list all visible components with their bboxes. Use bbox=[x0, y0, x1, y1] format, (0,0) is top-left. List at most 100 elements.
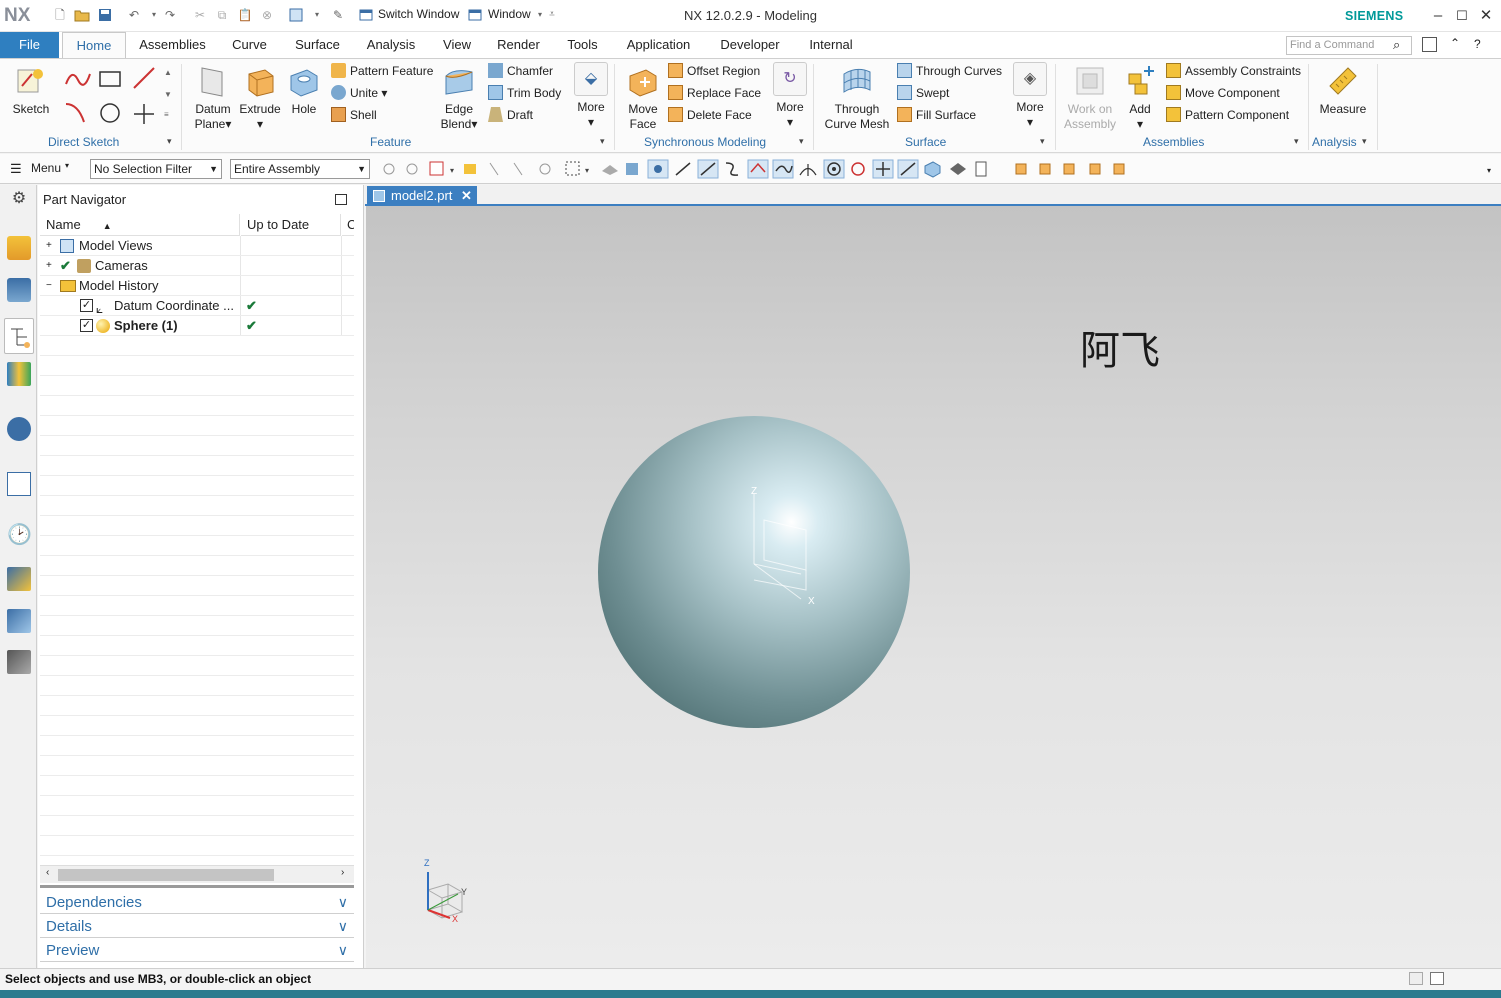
resource-bar-settings-icon[interactable]: ⚙ bbox=[7, 189, 31, 213]
collapse-icon[interactable]: − bbox=[46, 276, 52, 296]
reuse-library-icon[interactable] bbox=[7, 362, 31, 386]
draft-button[interactable]: Draft bbox=[488, 106, 533, 124]
datum-plane-button[interactable]: Datum Plane▾ bbox=[190, 64, 236, 132]
expand-icon[interactable]: + bbox=[46, 256, 52, 276]
tree-row-cameras[interactable]: + ✔ Cameras bbox=[40, 256, 354, 276]
fill-surface-button[interactable]: Fill Surface bbox=[897, 106, 976, 124]
minimize-icon[interactable]: – bbox=[1428, 6, 1448, 26]
collapse-ribbon-icon[interactable]: ⌃ bbox=[1450, 36, 1460, 50]
horizontal-scrollbar[interactable]: ‹ › bbox=[40, 865, 354, 883]
delete-face-button[interactable]: Delete Face bbox=[668, 106, 752, 124]
surface-menu-icon[interactable]: ▾ bbox=[1040, 136, 1045, 147]
sketch-scroll-up-icon[interactable]: ▲ bbox=[164, 68, 172, 77]
search-icon[interactable]: ⌕ bbox=[1393, 37, 1400, 53]
tab-assemblies[interactable]: Assemblies bbox=[132, 32, 213, 59]
tree-row-sphere[interactable]: ✓ Sphere (1) ✔ bbox=[40, 316, 354, 336]
process-studio-icon[interactable] bbox=[7, 609, 31, 633]
tab-tools[interactable]: Tools bbox=[560, 32, 605, 59]
menu-icon[interactable]: ☰ bbox=[10, 161, 22, 177]
sketch-button[interactable]: Sketch bbox=[8, 64, 54, 117]
through-curves-button[interactable]: Through Curves bbox=[897, 62, 1002, 80]
close-icon[interactable]: ✕ bbox=[1476, 6, 1496, 26]
hd3d-tools-icon[interactable] bbox=[7, 417, 31, 441]
unite-button[interactable]: Unite ▾ bbox=[331, 84, 387, 102]
assembly-navigator-icon[interactable] bbox=[7, 236, 31, 260]
roles-icon[interactable] bbox=[7, 650, 31, 674]
trim-body-button[interactable]: Trim Body bbox=[488, 84, 561, 102]
feature-more-button[interactable]: ⬙ More ▾ bbox=[572, 62, 610, 130]
constraint-navigator-icon[interactable] bbox=[7, 278, 31, 302]
tab-developer[interactable]: Developer bbox=[714, 32, 786, 59]
panel-splitter[interactable] bbox=[40, 885, 354, 888]
maximize-icon[interactable]: ☐ bbox=[1452, 6, 1472, 26]
menu-dropdown-icon[interactable]: ▾ bbox=[65, 161, 69, 170]
offset-region-button[interactable]: Offset Region bbox=[668, 62, 760, 80]
assemblies-menu-icon[interactable]: ▾ bbox=[1294, 136, 1299, 147]
selection-scope-dropdown[interactable]: Entire Assembly ▼ bbox=[230, 159, 370, 179]
column-header-name[interactable]: Name ▲ bbox=[40, 214, 240, 236]
tree-row-model-views[interactable]: + Model Views bbox=[40, 236, 354, 256]
tab-render[interactable]: Render bbox=[491, 32, 546, 59]
move-component-button[interactable]: Move Component bbox=[1166, 84, 1280, 102]
tab-view[interactable]: View bbox=[436, 32, 478, 59]
part-navigator-icon[interactable] bbox=[4, 318, 34, 354]
column-header-uptodate[interactable]: Up to Date bbox=[241, 214, 341, 236]
extrude-button[interactable]: Extrude ▾ bbox=[238, 64, 282, 132]
pattern-component-button[interactable]: Pattern Component bbox=[1166, 106, 1289, 124]
tab-file[interactable]: File bbox=[0, 32, 59, 59]
tree-row-model-history[interactable]: − Model History bbox=[40, 276, 354, 296]
preview-panel[interactable]: Preview ∨ bbox=[40, 939, 354, 962]
web-browser-icon[interactable] bbox=[7, 472, 31, 496]
help-icon[interactable]: ? bbox=[1474, 37, 1481, 51]
menu-button[interactable]: Menu bbox=[31, 161, 61, 175]
tab-analysis[interactable]: Analysis bbox=[360, 32, 422, 59]
selection-tool-icons[interactable]: ▾ ▾ bbox=[380, 158, 1140, 180]
scroll-right-icon[interactable]: › bbox=[341, 867, 344, 878]
details-panel[interactable]: Details ∨ bbox=[40, 915, 354, 938]
shell-button[interactable]: Shell bbox=[331, 106, 377, 124]
expand-icon[interactable]: + bbox=[46, 236, 52, 256]
through-curve-mesh-button[interactable]: Through Curve Mesh bbox=[823, 64, 891, 132]
sketch-gallery-icon[interactable]: ≡ bbox=[164, 110, 169, 119]
selection-filter-dropdown[interactable]: No Selection Filter ▼ bbox=[90, 159, 222, 179]
dependencies-panel[interactable]: Dependencies ∨ bbox=[40, 891, 354, 914]
add-component-button[interactable]: Add ▾ bbox=[1120, 64, 1160, 132]
assembly-constraints-button[interactable]: Assembly Constraints bbox=[1166, 62, 1301, 80]
scroll-left-icon[interactable]: ‹ bbox=[46, 867, 49, 878]
column-header-c[interactable]: C bbox=[342, 214, 354, 236]
close-tab-icon[interactable]: ✕ bbox=[461, 186, 472, 206]
ribbon-display-icon[interactable] bbox=[1422, 37, 1437, 52]
sphere-model[interactable]: Z X bbox=[596, 414, 912, 730]
tab-surface[interactable]: Surface bbox=[286, 32, 349, 59]
tab-home[interactable]: Home bbox=[62, 32, 126, 59]
sketch-scroll-down-icon[interactable]: ▼ bbox=[164, 90, 172, 99]
tab-application[interactable]: Application bbox=[620, 32, 697, 59]
swept-button[interactable]: Swept bbox=[897, 84, 949, 102]
analysis-menu-icon[interactable]: ▾ bbox=[1362, 136, 1367, 147]
scrollbar-thumb[interactable] bbox=[58, 869, 274, 881]
status-list-icon[interactable] bbox=[1430, 972, 1444, 985]
history-icon[interactable]: 🕑 bbox=[7, 524, 32, 548]
tab-internal[interactable]: Internal bbox=[802, 32, 860, 59]
tab-curve[interactable]: Curve bbox=[224, 32, 275, 59]
system-materials-icon[interactable] bbox=[7, 567, 31, 591]
status-graphics-icon[interactable] bbox=[1409, 972, 1423, 985]
document-tab[interactable]: model2.prt ✕ bbox=[367, 186, 477, 206]
hole-button[interactable]: Hole bbox=[284, 64, 324, 117]
checkbox[interactable]: ✓ bbox=[80, 299, 93, 312]
edge-blend-button[interactable]: Edge Blend▾ bbox=[438, 64, 480, 132]
sync-menu-icon[interactable]: ▾ bbox=[799, 136, 804, 147]
navigator-maximize-icon[interactable] bbox=[335, 194, 347, 205]
replace-face-button[interactable]: Replace Face bbox=[668, 84, 761, 102]
pattern-feature-button[interactable]: Pattern Feature bbox=[331, 62, 433, 80]
chamfer-button[interactable]: Chamfer bbox=[488, 62, 553, 80]
toolbar-overflow-icon[interactable]: ▾ bbox=[1487, 166, 1491, 175]
measure-button[interactable]: Measure bbox=[1316, 64, 1370, 117]
work-on-assembly-button[interactable]: Work on Assembly bbox=[1062, 64, 1118, 132]
checkbox[interactable]: ✓ bbox=[80, 319, 93, 332]
direct-sketch-menu-icon[interactable]: ▾ bbox=[167, 136, 172, 147]
tree-row-datum-csys[interactable]: ✓ ⟀ Datum Coordinate ... ✔ bbox=[40, 296, 354, 316]
graphics-window[interactable]: 阿飞 Z X Z Y X bbox=[366, 206, 1501, 968]
sync-more-button[interactable]: ↻ More ▾ bbox=[771, 62, 809, 130]
surface-more-button[interactable]: ◈ More ▾ bbox=[1011, 62, 1049, 130]
